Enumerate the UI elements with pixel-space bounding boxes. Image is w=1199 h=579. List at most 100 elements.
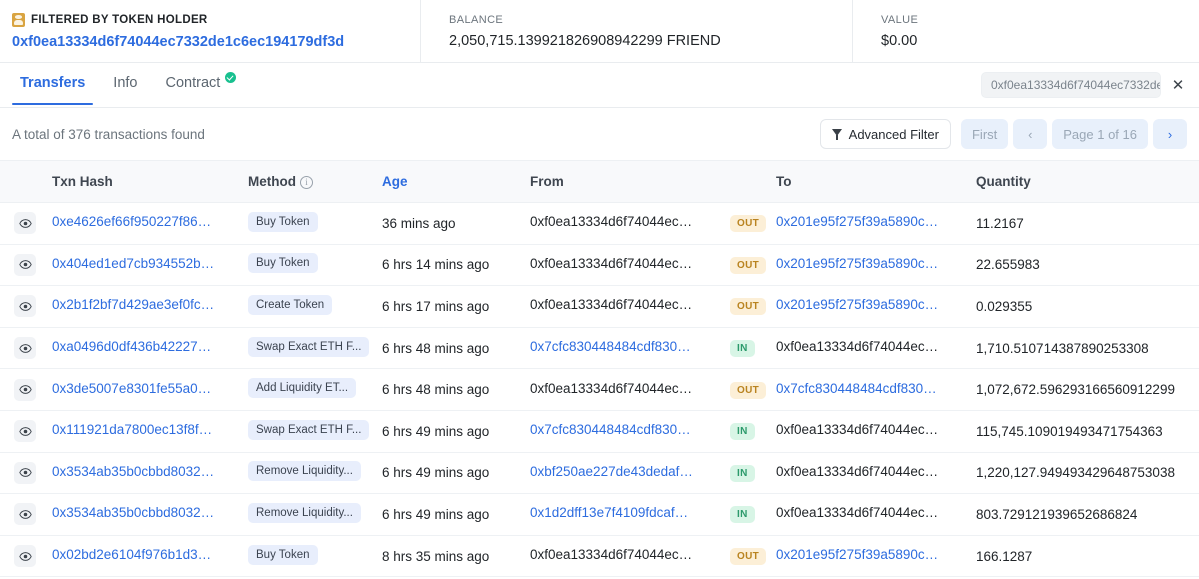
pagination-first-button[interactable]: First [961, 119, 1008, 149]
advanced-filter-button[interactable]: Advanced Filter [820, 119, 951, 149]
txn-hash-link[interactable]: 0x3534ab35b0cbbd8032… [52, 505, 214, 520]
filtered-by-label-row: FILTERED BY TOKEN HOLDER [12, 13, 420, 27]
row-txn-hash-cell: 0x111921da7800ec13f8f… [46, 410, 242, 452]
search-input[interactable]: 0xf0ea13334d6f74044ec7332de1… [981, 72, 1161, 98]
table-row: 0x3de5007e8301fe55a0… Add Liquidity ET...… [0, 369, 1199, 411]
method-pill[interactable]: Buy Token [248, 253, 318, 273]
txn-hash-link[interactable]: 0x404ed1ed7cb934552b… [52, 256, 214, 271]
eye-icon [19, 508, 32, 521]
row-quantity-cell: 11.2167 [970, 203, 1199, 245]
to-address[interactable]: 0x7cfc830448484cdf830… [776, 381, 937, 396]
pagination-prev-button[interactable]: ‹ [1013, 119, 1047, 149]
txn-hash-link[interactable]: 0x3534ab35b0cbbd8032… [52, 464, 214, 479]
preview-eye-button[interactable] [14, 254, 36, 276]
toolbar-actions: Advanced Filter First ‹ Page 1 of 16 › [820, 119, 1187, 149]
from-address[interactable]: 0x7cfc830448484cdf830… [530, 422, 691, 437]
row-eye-cell [0, 286, 46, 328]
preview-eye-button[interactable] [14, 295, 36, 317]
preview-eye-button[interactable] [14, 212, 36, 234]
row-direction-cell: OUT [724, 286, 770, 328]
row-quantity-cell: 115,745.109019493471754363 [970, 410, 1199, 452]
from-address[interactable]: 0x1d2dff13e7f4109fdcaf… [530, 505, 688, 520]
row-to-cell: 0x201e95f275f39a5890c… [770, 203, 970, 245]
from-address: 0xf0ea13334d6f74044ec… [530, 214, 692, 229]
method-pill[interactable]: Buy Token [248, 212, 318, 232]
row-from-cell: 0xf0ea13334d6f74044ec… [524, 244, 724, 286]
txn-hash-link[interactable]: 0x02bd2e6104f976b1d3… [52, 547, 211, 562]
row-eye-cell [0, 535, 46, 577]
table-header-row: Txn Hash Methodi Age From To Quantity [0, 161, 1199, 203]
to-address[interactable]: 0x201e95f275f39a5890c… [776, 214, 938, 229]
header-age[interactable]: Age [376, 161, 524, 203]
row-to-cell: 0xf0ea13334d6f74044ec… [770, 327, 970, 369]
preview-eye-button[interactable] [14, 337, 36, 359]
tab-search-group: 0xf0ea13334d6f74044ec7332de1… ✕ [981, 72, 1191, 98]
tab-contract[interactable]: Contract [151, 63, 250, 104]
row-direction-cell: IN [724, 327, 770, 369]
to-address[interactable]: 0x201e95f275f39a5890c… [776, 256, 938, 271]
holder-address-link[interactable]: 0xf0ea13334d6f74044ec7332de1c6ec194179df… [12, 34, 420, 50]
txn-hash-link[interactable]: 0xe4626ef66f950227f86… [52, 214, 211, 229]
from-address: 0xf0ea13334d6f74044ec… [530, 381, 692, 396]
method-pill[interactable]: Remove Liquidity... [248, 503, 361, 523]
from-address: 0xf0ea13334d6f74044ec… [530, 547, 692, 562]
row-direction-cell: OUT [724, 535, 770, 577]
quantity-text: 1,220,127.949493429648753038 [976, 465, 1175, 480]
balance-value: 2,050,715.139921826908942299 FRIEND [449, 33, 852, 49]
preview-eye-button[interactable] [14, 379, 36, 401]
to-address[interactable]: 0x201e95f275f39a5890c… [776, 297, 938, 312]
quantity-text: 0.029355 [976, 299, 1032, 314]
transfers-table: Txn Hash Methodi Age From To Quantity 0x… [0, 160, 1199, 577]
balance-cell: BALANCE 2,050,715.139921826908942299 FRI… [420, 0, 852, 62]
to-address[interactable]: 0x201e95f275f39a5890c… [776, 547, 938, 562]
table-row: 0x3534ab35b0cbbd8032… Remove Liquidity...… [0, 452, 1199, 494]
tab-transfers[interactable]: Transfers [6, 63, 99, 104]
from-address[interactable]: 0xbf250ae227de43dedaf… [530, 464, 693, 479]
txn-hash-link[interactable]: 0x111921da7800ec13f8f… [52, 422, 212, 437]
token-holder-badge-icon [12, 13, 25, 27]
txn-hash-link[interactable]: 0x2b1f2bf7d429ae3ef0fc… [52, 297, 214, 312]
preview-eye-button[interactable] [14, 545, 36, 567]
row-quantity-cell: 0.029355 [970, 286, 1199, 328]
method-pill[interactable]: Swap Exact ETH F... [248, 337, 369, 357]
row-from-cell: 0xf0ea13334d6f74044ec… [524, 369, 724, 411]
tab-info[interactable]: Info [99, 63, 151, 104]
row-txn-hash-cell: 0x404ed1ed7cb934552b… [46, 244, 242, 286]
quantity-text: 1,072,672.596293166560912299 [976, 382, 1175, 397]
preview-eye-button[interactable] [14, 462, 36, 484]
row-quantity-cell: 803.729121939652686824 [970, 494, 1199, 536]
header-to: To [770, 161, 970, 203]
quantity-text: 1,710.510714387890253308 [976, 341, 1149, 356]
preview-eye-button[interactable] [14, 420, 36, 442]
method-pill[interactable]: Create Token [248, 295, 332, 315]
method-pill[interactable]: Buy Token [248, 545, 318, 565]
txn-hash-link[interactable]: 0xa0496d0df436b42227… [52, 339, 211, 354]
quantity-text: 115,745.109019493471754363 [976, 424, 1163, 439]
row-method-cell: Add Liquidity ET... [242, 369, 376, 411]
row-eye-cell [0, 452, 46, 494]
method-pill[interactable]: Remove Liquidity... [248, 461, 361, 481]
advanced-filter-label: Advanced Filter [849, 127, 939, 142]
row-direction-cell: IN [724, 452, 770, 494]
clear-search-icon[interactable]: ✕ [1165, 72, 1191, 98]
age-text: 36 mins ago [382, 216, 456, 231]
eye-icon [19, 550, 32, 563]
row-txn-hash-cell: 0x3de5007e8301fe55a0… [46, 369, 242, 411]
info-icon[interactable]: i [300, 176, 313, 189]
direction-badge: IN [730, 506, 755, 523]
from-address[interactable]: 0x7cfc830448484cdf830… [530, 339, 691, 354]
pagination-next-button[interactable]: › [1153, 119, 1187, 149]
age-text: 6 hrs 48 mins ago [382, 382, 489, 397]
preview-eye-button[interactable] [14, 503, 36, 525]
row-direction-cell: OUT [724, 244, 770, 286]
row-quantity-cell: 1,220,127.949493429648753038 [970, 452, 1199, 494]
filtered-by-token-holder-cell: FILTERED BY TOKEN HOLDER 0xf0ea13334d6f7… [0, 0, 420, 62]
txn-hash-link[interactable]: 0x3de5007e8301fe55a0… [52, 381, 211, 396]
quantity-text: 166.1287 [976, 549, 1032, 564]
row-method-cell: Buy Token [242, 535, 376, 577]
table-body: 0xe4626ef66f950227f86… Buy Token 36 mins a… [0, 203, 1199, 577]
method-pill[interactable]: Add Liquidity ET... [248, 378, 356, 398]
row-txn-hash-cell: 0x3534ab35b0cbbd8032… [46, 494, 242, 536]
header-txn-hash: Txn Hash [46, 161, 242, 203]
method-pill[interactable]: Swap Exact ETH F... [248, 420, 369, 440]
